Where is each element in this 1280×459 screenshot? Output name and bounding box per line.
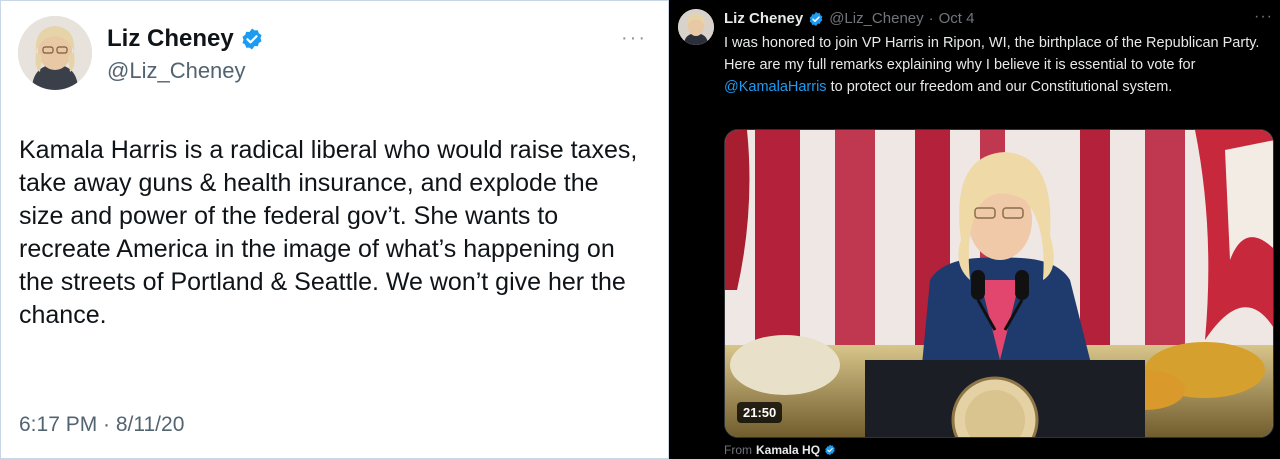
- display-name[interactable]: Liz Cheney: [107, 25, 264, 53]
- tweet-date[interactable]: Oct 4: [939, 10, 975, 27]
- avatar[interactable]: [678, 9, 714, 45]
- mention-link[interactable]: @KamalaHarris: [724, 79, 827, 95]
- handle[interactable]: @Liz_Cheney: [107, 58, 246, 84]
- tweet-text: I was honored to join VP Harris in Ripon…: [724, 32, 1264, 98]
- verified-badge-icon: [825, 444, 835, 456]
- tweet-card-right: Liz Cheney @Liz_Cheney · Oct 4 ··· I was…: [669, 0, 1280, 459]
- from-account[interactable]: Kamala HQ: [756, 443, 820, 457]
- video-player[interactable]: 21:50: [724, 129, 1274, 438]
- separator: ·: [928, 10, 934, 27]
- display-name[interactable]: Liz Cheney: [724, 10, 803, 27]
- avatar[interactable]: [18, 16, 92, 90]
- more-options-icon[interactable]: ···: [1254, 8, 1273, 26]
- avatar-photo: [18, 16, 92, 90]
- verified-badge-icon: [809, 11, 823, 26]
- more-options-icon[interactable]: ···: [621, 27, 647, 50]
- tweet-header: Liz Cheney @Liz_Cheney · Oct 4: [724, 10, 975, 27]
- video-duration: 21:50: [737, 402, 783, 423]
- video-thumbnail: [725, 130, 1273, 437]
- from-attribution[interactable]: From Kamala HQ: [724, 443, 836, 457]
- tweet-timestamp[interactable]: 6:17 PM · 8/11/20: [19, 413, 184, 437]
- tweet-card-left: Liz Cheney @Liz_Cheney ··· Kamala Harris…: [0, 0, 669, 459]
- handle[interactable]: @Liz_Cheney: [829, 10, 923, 27]
- from-label: From: [724, 443, 752, 457]
- tweet-text-part2: to protect our freedom and our Constitut…: [826, 79, 1173, 95]
- verified-badge-icon: [242, 28, 262, 50]
- tweet-text: Kamala Harris is a radical liberal who w…: [19, 136, 638, 329]
- avatar-photo: [678, 9, 714, 45]
- tweet-text-part1: I was honored to join VP Harris in Ripon…: [724, 35, 1260, 73]
- display-name-text: Liz Cheney: [107, 25, 234, 52]
